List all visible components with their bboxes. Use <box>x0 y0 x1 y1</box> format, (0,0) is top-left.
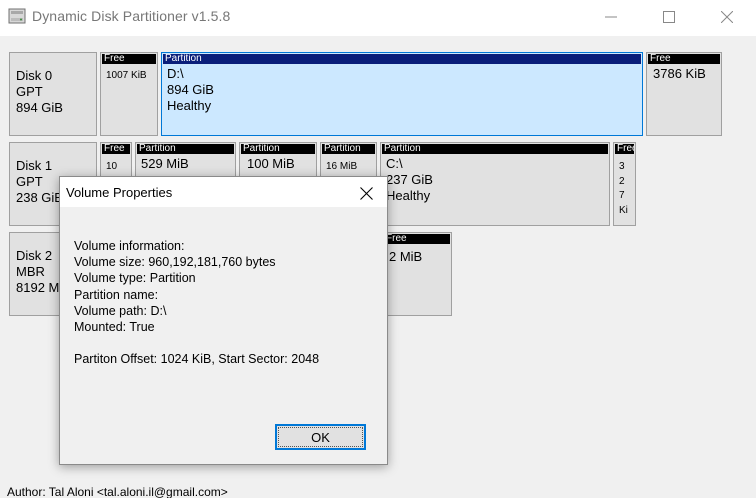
partition-header: Partition <box>241 144 315 154</box>
volume-properties-dialog: Volume Properties Volume information: Vo… <box>59 176 388 465</box>
partition-size: 894 GiB <box>167 82 214 97</box>
disk-drive-icon <box>8 8 26 24</box>
info-line <box>74 335 319 351</box>
dialog-close-button[interactable] <box>353 182 379 204</box>
maximize-icon <box>663 11 675 23</box>
partition-size-part: 2 <box>619 175 625 187</box>
partition-header: Free <box>102 54 156 64</box>
partition-path: C:\ <box>386 156 403 171</box>
disk-size: 894 GiB <box>16 100 63 115</box>
partition-size: 10 <box>106 161 118 172</box>
volume-info-text: Volume information: Volume size: 960,192… <box>74 238 319 367</box>
partition-header: Partition <box>382 144 608 154</box>
partition-size: 1007 KiB <box>106 70 147 81</box>
partition-size: 529 MiB <box>141 156 189 171</box>
dialog-body: Volume information: Volume size: 960,192… <box>60 207 387 412</box>
partition-header: Free <box>102 144 130 154</box>
author-label: Author: Tal Aloni <tal.aloni.il@gmail.co… <box>7 485 228 498</box>
close-icon <box>721 11 733 23</box>
info-line: Mounted: True <box>74 320 155 335</box>
disk-style: GPT <box>16 84 43 99</box>
partition-size: 2 MiB <box>389 249 423 264</box>
partition-header: Partition <box>322 144 375 154</box>
info-line: Partition name: <box>74 287 159 302</box>
partition-size: 237 GiB <box>386 172 433 187</box>
disk-1-partition-c[interactable]: Partition C:\ 237 GiB Healthy <box>380 142 610 226</box>
disk-0-partition-d[interactable]: Partition D:\ 894 GiB Healthy <box>161 52 643 136</box>
partition-size-part: 3 <box>619 161 625 172</box>
partition-status: Healthy <box>167 98 212 113</box>
disk-0-free-2[interactable]: Free 3786 KiB <box>646 52 722 136</box>
partition-size-part: Ki <box>619 204 628 216</box>
partition-size: 100 MiB <box>247 156 295 171</box>
close-icon <box>359 186 373 200</box>
maximize-button[interactable] <box>640 0 698 34</box>
title-bar: Dynamic Disk Partitioner v1.5.8 <box>0 0 756 36</box>
partition-header: Partition <box>163 54 641 64</box>
ok-button[interactable]: OK <box>275 424 366 450</box>
disk-0-label[interactable]: Disk 0 GPT 894 GiB <box>9 52 97 136</box>
info-line: Volume information: <box>74 239 185 253</box>
partition-path: D:\ <box>167 66 184 81</box>
window-title: Dynamic Disk Partitioner v1.5.8 <box>32 8 231 24</box>
info-line: Volume type: Partition <box>74 271 196 286</box>
partition-header: Free <box>384 234 450 244</box>
info-line: Partiton Offset: 1024 KiB, Start Sector:… <box>74 352 320 367</box>
dialog-footer: OK <box>60 412 387 464</box>
partition-size: 3786 KiB <box>653 66 706 81</box>
partition-header: Partition <box>137 144 234 154</box>
partition-size: 16 MiB <box>326 161 358 172</box>
partition-header: Free <box>648 54 720 64</box>
dialog-title: Volume Properties <box>66 185 173 200</box>
disk-1-free-2[interactable]: Free 3 2 7 Ki <box>613 142 636 226</box>
partition-header: Free <box>615 144 634 154</box>
partition-size-part: 7 <box>619 190 625 201</box>
disk-2-free-1[interactable]: Free 2 MiB <box>382 232 452 316</box>
info-line: Volume path: D:\ <box>74 303 167 318</box>
partition-status: Healthy <box>386 188 431 203</box>
close-button[interactable] <box>698 0 756 34</box>
minimize-icon <box>605 16 617 18</box>
info-line: Volume size: 960,192,181,760 bytes <box>74 255 276 270</box>
disk-name: Disk 1 <box>16 158 53 173</box>
disk-0-free-1[interactable]: Free 1007 KiB <box>100 52 158 136</box>
minimize-button[interactable] <box>582 0 640 34</box>
disk-name: Disk 0 <box>16 68 53 83</box>
